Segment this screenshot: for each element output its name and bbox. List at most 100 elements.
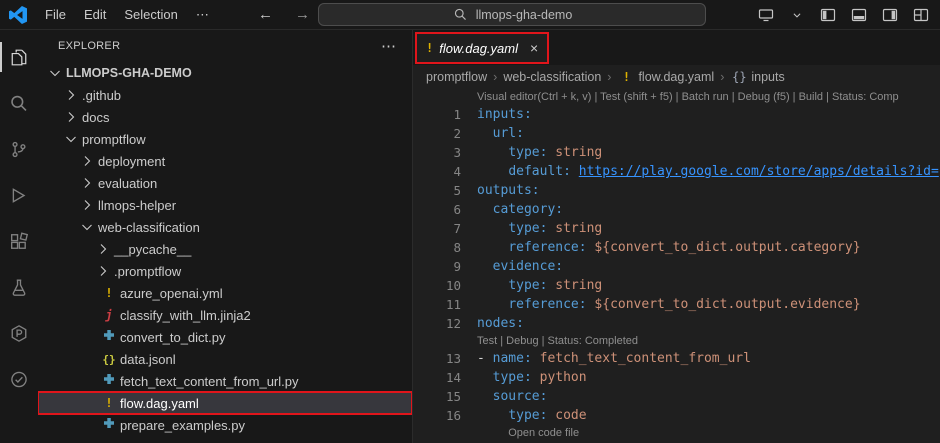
customize-layout-icon[interactable] [912,7,930,23]
codelens-actions[interactable]: Visual editor(Ctrl + k, v) | Test (shift… [461,89,899,105]
activity-testing[interactable] [0,264,38,310]
menu-more[interactable]: ⋯ [187,7,218,23]
tree-item-promptflow[interactable]: promptflow [38,128,412,150]
code-content[interactable]: type: string [461,276,602,295]
tree-item-flow-dag-yaml[interactable]: !flow.dag.yaml [38,392,412,414]
back-arrow-icon[interactable]: ← [258,6,273,23]
code-content[interactable]: nodes: [461,314,524,333]
monitor-dropdown-icon[interactable] [757,7,775,23]
code-token: string [547,278,602,293]
codelens-actions[interactable]: Test | Debug | Status: Completed [461,333,638,349]
tree-item-azure-openai-yml[interactable]: !azure_openai.yml [38,282,412,304]
code-content[interactable]: inputs: [461,105,532,124]
line-number: 11 [413,295,461,314]
activity-search[interactable] [0,80,38,126]
tree-item-github[interactable]: .github [38,84,412,106]
code-token: reference: [508,240,586,255]
code-line: 14 type: python [413,368,940,387]
toggle-panel-icon[interactable] [850,7,868,23]
activity-extensions[interactable] [0,218,38,264]
yaml-file-icon: ! [617,70,635,84]
code-token [477,297,508,312]
chevron-down-tree-icon [78,219,96,235]
activity-azure[interactable] [0,356,38,402]
code-token: fetch_text_content_from_url [532,351,751,366]
code-token: string [547,221,602,236]
menu-bar: FileEditSelection⋯ [36,7,218,23]
activity-promptflow[interactable] [0,310,38,356]
code-content[interactable]: reference: ${convert_to_dict.output.cate… [461,238,861,257]
forward-arrow-icon[interactable]: → [295,6,310,23]
breadcrumb-inputs[interactable]: {}inputs [730,70,784,84]
code-token: category: [493,202,563,217]
tree-item-label: classify_with_llm.jinja2 [120,308,251,323]
breadcrumb-label: promptflow [426,70,487,84]
tree-item-fetch-text-content-from-url-py[interactable]: fetch_text_content_from_url.py [38,370,412,392]
code-token [477,259,493,274]
toggle-primary-sidebar-icon[interactable] [819,7,837,23]
python-file-icon [100,417,118,433]
tree-item-docs[interactable]: docs [38,106,412,128]
tree-item-convert-to-dict-py[interactable]: convert_to_dict.py [38,326,412,348]
code-line: 9 evidence: [413,257,940,276]
activity-explorer[interactable] [0,34,38,80]
tree-item-llmops-gha-demo[interactable]: LLMOPS-GHA-DEMO [38,62,412,84]
codelens-actions[interactable]: Open code file [461,425,579,441]
tree-item-data-jsonl[interactable]: {}data.jsonl [38,348,412,370]
explorer-sidebar: EXPLORER ⋯ LLMOPS-GHA-DEMO.githubdocspro… [38,30,413,443]
code-token: url: [493,126,524,141]
code-token: reference: [508,297,586,312]
code-content[interactable]: source: [461,387,547,406]
more-actions-icon[interactable]: ⋯ [381,37,396,55]
code-token: ${convert_to_dict.output.evidence} [587,297,861,312]
vscode-window: FileEditSelection⋯ ← → llmops-gha-demo E… [0,0,940,443]
tree-item-label: .promptflow [114,264,181,279]
activity-run-debug[interactable] [0,172,38,218]
tree-item-evaluation[interactable]: evaluation [38,172,412,194]
toggle-secondary-sidebar-icon[interactable] [881,7,899,23]
code-content[interactable]: default: https://play.google.com/store/a… [461,162,939,181]
close-icon[interactable]: × [530,40,538,56]
code-content[interactable]: evidence: [461,257,563,276]
code-content[interactable]: type: string [461,219,602,238]
command-center-search[interactable]: llmops-gha-demo [318,3,706,26]
code-token: nodes: [477,316,524,331]
code-content[interactable]: - name: fetch_text_content_from_url [461,349,751,368]
code-line: 11 reference: ${convert_to_dict.output.e… [413,295,940,314]
tab-flow-dag-yaml[interactable]: ! flow.dag.yaml × [417,34,547,62]
code-token: https://play.google.com/store/apps/detai… [579,164,939,179]
activity-source-control[interactable] [0,126,38,172]
yaml-file-icon: ! [100,396,118,410]
tree-item-label: web-classification [98,220,200,235]
breadcrumb-web-classification[interactable]: web-classification [503,70,601,84]
chevron-right-icon [78,197,96,213]
code-editor[interactable]: Visual editor(Ctrl + k, v) | Test (shift… [413,89,940,443]
code-content[interactable]: reference: ${convert_to_dict.output.evid… [461,295,861,314]
tree-item-web-classification[interactable]: web-classification [38,216,412,238]
codelens-row: Open code file [413,425,940,441]
search-icon [452,8,470,21]
menu-file[interactable]: File [36,7,75,23]
tree-item-label: promptflow [82,132,146,147]
code-content[interactable]: url: [461,124,524,143]
code-token: source: [493,389,548,404]
code-content[interactable]: category: [461,200,563,219]
breadcrumb-flow-dag-yaml[interactable]: !flow.dag.yaml [617,70,714,84]
chevron-down-icon[interactable] [788,10,806,20]
menu-selection[interactable]: Selection [115,7,186,23]
code-content[interactable]: outputs: [461,181,540,200]
tree-item-classify-with-llm-jinja2[interactable]: jclassify_with_llm.jinja2 [38,304,412,326]
code-content[interactable]: type: code [461,406,587,425]
menu-edit[interactable]: Edit [75,7,115,23]
tree-item-prepare-examples-py[interactable]: prepare_examples.py [38,414,412,436]
code-line: 4 default: https://play.google.com/store… [413,162,940,181]
code-content[interactable]: type: python [461,368,587,387]
line-number: 12 [413,314,461,333]
codelens-row: Test | Debug | Status: Completed [413,333,940,349]
code-content[interactable]: type: string [461,143,602,162]
tree-item-promptflow[interactable]: .promptflow [38,260,412,282]
breadcrumb-promptflow[interactable]: promptflow [426,70,487,84]
tree-item-pycache[interactable]: __pycache__ [38,238,412,260]
tree-item-deployment[interactable]: deployment [38,150,412,172]
tree-item-llmops-helper[interactable]: llmops-helper [38,194,412,216]
